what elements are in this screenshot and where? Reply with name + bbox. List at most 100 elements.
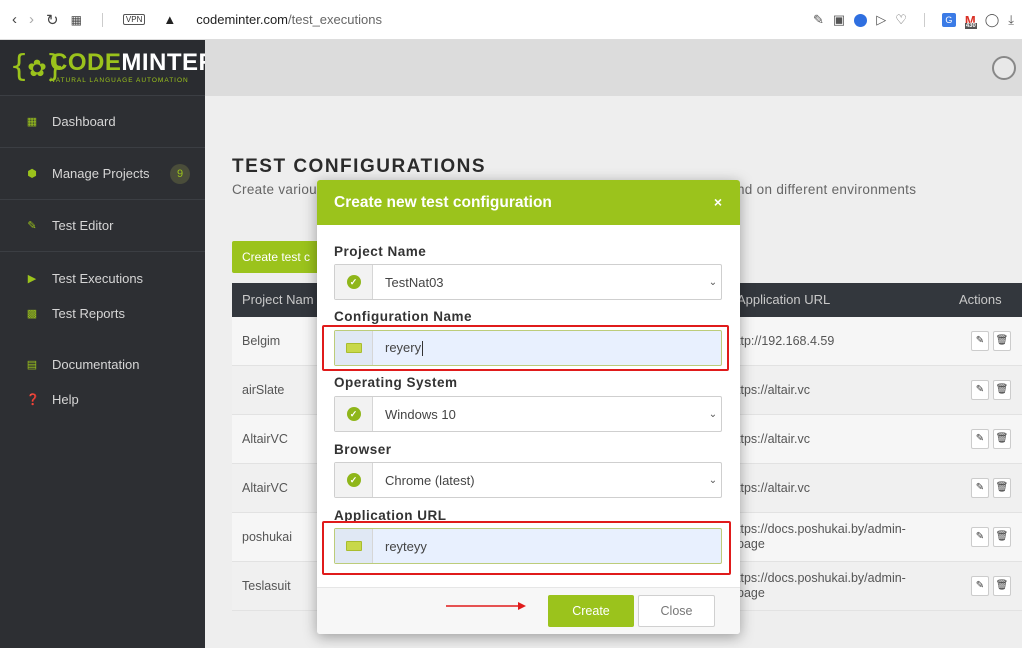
edit-icon: ✎ [27, 219, 37, 232]
project-name-select[interactable]: ✓ TestNat03 ⌄ [334, 264, 722, 300]
edit-icon[interactable]: ✎ [971, 380, 989, 400]
close-icon[interactable]: × [714, 180, 722, 225]
project-name-value: TestNat03 [385, 274, 444, 290]
modal-header: Create new test configuration × [317, 180, 740, 225]
modal-footer: Create Close [317, 587, 740, 634]
sidebar-item-manage-projects[interactable]: ⬢ Manage Projects 9 [0, 148, 205, 200]
close-button[interactable]: Close [638, 595, 715, 627]
cell-project: Teslasuit [242, 579, 291, 593]
sidebar-item-label: Test Editor [52, 218, 114, 233]
trash-icon[interactable]: 🗑 [993, 527, 1011, 547]
cell-url: ttps://docs.poshukai.by/admin-page [737, 571, 906, 600]
browser-toolbar: ‹ › ↻ ▦ VPN ▲ codeminter.com/test_execut… [0, 0, 1022, 40]
create-test-configuration-button[interactable]: Create test c [232, 241, 322, 273]
browser-select[interactable]: ✓ Chrome (latest) ⌄ [334, 462, 722, 498]
chevron-down-icon: ⌄ [708, 408, 718, 420]
highlight-application-url [322, 521, 731, 575]
cell-project: AltairVC [242, 432, 288, 446]
trash-icon[interactable]: 🗑 [993, 429, 1011, 449]
page-description: Create variou [232, 182, 317, 197]
column-project-name[interactable]: Project Nam [242, 292, 314, 307]
bar-chart-icon: ▩ [26, 307, 38, 320]
project-name-label: Project Name [334, 244, 427, 259]
edit-page-icon[interactable]: ✎ [813, 12, 824, 28]
apps-grid-icon[interactable]: ▦ [71, 13, 82, 27]
operating-system-select[interactable]: ✓ Windows 10 ⌄ [334, 396, 722, 432]
cell-url: ttps://docs.poshukai.by/admin-page [737, 522, 906, 551]
browser-value: Chrome (latest) [385, 472, 475, 488]
check-circle-icon: ✓ [346, 275, 361, 289]
modal-title: Create new test configuration [334, 194, 552, 211]
sidebar-item-label: Dashboard [52, 114, 116, 129]
download-icon[interactable]: ⤓ [1008, 12, 1014, 28]
create-button[interactable]: Create [548, 595, 634, 627]
vpn-badge[interactable]: VPN [122, 14, 146, 25]
sidebar: {✿} CODEMINTER NATURAL LANGUAGE AUTOMATI… [0, 40, 216, 648]
column-application-url[interactable]: Application URL [737, 292, 830, 307]
chevron-down-icon: ⌄ [708, 276, 718, 288]
trash-icon[interactable]: 🗑 [993, 380, 1011, 400]
sidebar-item-test-editor[interactable]: ✎ Test Editor [0, 200, 205, 252]
edit-icon[interactable]: ✎ [971, 331, 989, 351]
page-description-end: nd on different environments [737, 182, 917, 197]
trash-icon[interactable]: 🗑 [993, 331, 1011, 351]
sidebar-nav: ▦ Dashboard ⬢ Manage Projects 9 ✎ Test E… [0, 96, 205, 417]
url-path: /test_executions [288, 12, 382, 27]
gmail-extension-icon[interactable]: M 430 [964, 13, 977, 29]
cell-url: ttps://altair.vc [737, 432, 810, 446]
user-avatar[interactable] [992, 56, 1016, 80]
logo-subtitle: NATURAL LANGUAGE AUTOMATION [50, 77, 189, 84]
cell-url: ttps://altair.vc [737, 383, 810, 397]
forward-icon[interactable]: › [29, 11, 34, 28]
warning-icon[interactable]: ▲ [163, 12, 176, 27]
help-icon: ❓ [26, 393, 40, 406]
play-circle-icon: ▶ [27, 272, 37, 285]
document-icon: ▤ [26, 358, 38, 371]
cube-icon: ⬢ [27, 167, 37, 180]
cell-url: ttp://192.168.4.59 [737, 334, 835, 348]
sidebar-item-test-reports[interactable]: ▩ Test Reports [0, 296, 205, 339]
sidebar-item-dashboard[interactable]: ▦ Dashboard [0, 96, 205, 148]
browser-label: Browser [334, 442, 392, 457]
trash-icon[interactable]: 🗑 [993, 478, 1011, 498]
cell-url: ttps://altair.vc [737, 481, 810, 495]
toolbar-divider-2 [923, 13, 925, 27]
chevron-down-icon: ⌄ [708, 474, 718, 486]
page-title: TEST CONFIGURATIONS [232, 156, 487, 177]
logo[interactable]: {✿} CODEMINTER NATURAL LANGUAGE AUTOMATI… [0, 40, 216, 96]
shield-extension-icon[interactable] [854, 13, 868, 27]
mail-count-badge: 430 [964, 22, 977, 29]
back-icon[interactable]: ‹ [12, 11, 17, 28]
sidebar-item-label: Test Executions [52, 271, 144, 286]
operating-system-label: Operating System [334, 375, 458, 390]
sidebar-item-label: Help [52, 392, 79, 407]
edit-icon[interactable]: ✎ [971, 478, 989, 498]
column-actions: Actions [959, 292, 1002, 307]
cell-project: airSlate [242, 383, 285, 397]
projects-count-badge: 9 [170, 164, 190, 184]
reload-icon[interactable]: ↻ [46, 11, 59, 29]
address-bar[interactable]: codeminter.com/test_executions [196, 12, 382, 27]
send-icon[interactable]: ▷ [876, 12, 886, 28]
sidebar-item-help[interactable]: ❓ Help [0, 382, 205, 417]
top-header [205, 40, 1022, 96]
check-circle-icon: ✓ [346, 473, 361, 487]
check-circle-icon: ✓ [346, 407, 361, 421]
sidebar-item-test-executions[interactable]: ▶ Test Executions [0, 261, 205, 296]
edit-icon[interactable]: ✎ [971, 576, 989, 596]
configuration-name-label: Configuration Name [334, 309, 473, 324]
sidebar-item-documentation[interactable]: ▤ Documentation [0, 347, 205, 382]
edit-icon[interactable]: ✎ [971, 527, 989, 547]
screenshot-icon[interactable]: ▣ [833, 12, 845, 28]
edit-icon[interactable]: ✎ [971, 429, 989, 449]
translate-extension-icon[interactable]: G [941, 13, 956, 27]
heart-icon[interactable]: ♡ [895, 12, 907, 28]
brain-logo-icon: {✿} [10, 48, 65, 84]
operating-system-value: Windows 10 [385, 406, 456, 422]
toolbar-divider [101, 12, 103, 27]
trash-icon[interactable]: 🗑 [993, 576, 1011, 596]
cell-project: Belgim [242, 334, 281, 348]
sidebar-item-label: Manage Projects [52, 166, 150, 181]
dashboard-icon: ▦ [26, 115, 38, 128]
cube-extension-icon[interactable]: ◯ [985, 12, 1000, 28]
